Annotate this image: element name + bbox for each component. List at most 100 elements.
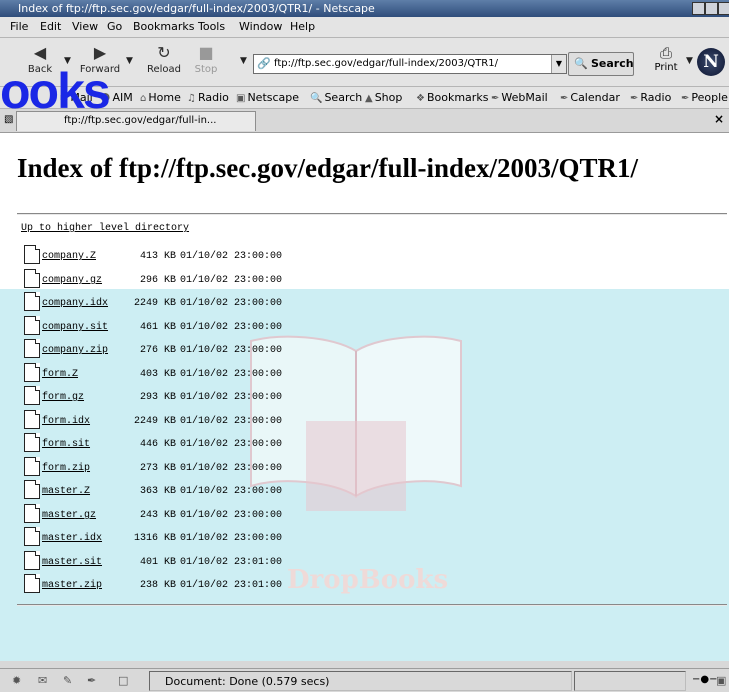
file-icon[interactable]: [24, 339, 40, 358]
file-date: 01/10/02 23:01:00: [180, 580, 283, 591]
file-date: 01/10/02 23:00:00: [180, 533, 283, 544]
security-lock-icon[interactable]: ▣: [716, 674, 726, 687]
file-icon[interactable]: [24, 363, 40, 382]
file-link[interactable]: company.idx: [42, 298, 108, 309]
file-date: 01/10/02 23:00:00: [180, 416, 283, 427]
file-link[interactable]: company.sit: [42, 322, 108, 333]
home-icon: ⌂: [140, 93, 147, 104]
print-dropdown-icon[interactable]: ▼: [686, 56, 693, 66]
file-link[interactable]: form.idx: [42, 416, 90, 427]
file-link[interactable]: master.idx: [42, 533, 102, 544]
file-icon[interactable]: [24, 480, 40, 499]
menu-go[interactable]: Go: [107, 20, 122, 33]
file-icon[interactable]: [24, 504, 40, 523]
menu-help[interactable]: Help: [290, 20, 315, 33]
bookmark-search[interactable]: 🔍 Search: [310, 91, 362, 104]
menu-tools[interactable]: Tools: [198, 20, 225, 33]
bookmark-webmail[interactable]: ✒ WebMail: [491, 91, 548, 104]
forward-dropdown-icon[interactable]: ▼: [126, 56, 133, 66]
watermark-text: DropBooks: [287, 565, 449, 595]
file-link[interactable]: form.sit: [42, 439, 90, 450]
file-link[interactable]: master.Z: [42, 486, 90, 497]
search-button[interactable]: 🔍 Search: [568, 52, 634, 76]
file-icon[interactable]: [24, 551, 40, 570]
stop-icon: ■: [198, 43, 214, 62]
status-text-panel: Document: Done (0.579 secs): [149, 671, 572, 691]
url-dropdown-icon[interactable]: ▼: [551, 55, 566, 73]
menu-file[interactable]: File: [10, 20, 28, 33]
maximize-icon[interactable]: [705, 2, 718, 15]
bookmark-home[interactable]: ⌂ Home: [140, 91, 181, 104]
file-link[interactable]: master.sit: [42, 557, 102, 568]
back-arrow-icon: ◀: [33, 43, 47, 62]
minimize-icon[interactable]: [692, 2, 705, 15]
file-icon[interactable]: [24, 433, 40, 452]
menu-view[interactable]: View: [72, 20, 98, 33]
file-link[interactable]: form.zip: [42, 463, 90, 474]
file-icon[interactable]: [24, 457, 40, 476]
file-size: 401 KB: [139, 557, 176, 568]
bookmark-radio[interactable]: ♫ Radio: [187, 91, 229, 104]
mail-status-icon[interactable]: ✉: [38, 674, 47, 687]
stop-label: Stop: [194, 64, 218, 75]
reload-button[interactable]: ↻ Reload: [142, 42, 186, 82]
menu-window[interactable]: Window: [239, 20, 282, 33]
file-icon[interactable]: [24, 245, 40, 264]
file-date: 01/10/02 23:00:00: [180, 486, 283, 497]
close-icon[interactable]: [718, 2, 729, 15]
netscape-logo[interactable]: N: [697, 48, 725, 76]
print-button[interactable]: ⎙ Print: [648, 44, 684, 84]
file-link[interactable]: company.gz: [42, 275, 102, 286]
bookmark-people[interactable]: ✒ People: [681, 91, 728, 104]
file-date: 01/10/02 23:00:00: [180, 463, 283, 474]
address-book-icon[interactable]: ✒: [87, 674, 96, 687]
top-divider: [17, 213, 727, 215]
bookmark-calendar[interactable]: ✒ Calendar: [560, 91, 620, 104]
file-link[interactable]: master.gz: [42, 510, 96, 521]
shop-icon: ▲: [365, 93, 373, 104]
file-icon[interactable]: [24, 527, 40, 546]
url-history-dropdown-icon[interactable]: ▼: [240, 56, 247, 66]
print-label: Print: [654, 62, 678, 73]
bookmark-radio-2[interactable]: ✒ Radio: [630, 91, 671, 104]
bookmark-shop[interactable]: ▲ Shop: [365, 91, 402, 104]
file-link[interactable]: form.Z: [42, 369, 78, 380]
file-icon[interactable]: [24, 410, 40, 429]
forward-arrow-icon: ▶: [93, 43, 107, 62]
search-icon: 🔍: [574, 57, 588, 70]
url-input[interactable]: ftp://ftp.sec.gov/edgar/full-index/2003/…: [274, 58, 498, 69]
watermark-book-icon: [250, 335, 462, 511]
url-bar[interactable]: 🔗 ftp://ftp.sec.gov/edgar/full-index/200…: [253, 54, 567, 74]
file-link[interactable]: form.gz: [42, 392, 84, 403]
bookmarks-icon: ❖: [416, 93, 425, 104]
bookmark-bookmarks[interactable]: ❖ Bookmarks: [416, 91, 488, 104]
navigator-icon[interactable]: ✹: [12, 674, 21, 687]
progress-panel: [574, 671, 686, 691]
tab-bar: ▧ ftp://ftp.sec.gov/edgar/full-in... ×: [0, 109, 729, 133]
chat-icon[interactable]: □: [118, 674, 128, 687]
bookmark-netscape[interactable]: ▣ Netscape: [236, 91, 299, 104]
file-link[interactable]: company.Z: [42, 251, 96, 262]
file-icon[interactable]: [24, 386, 40, 405]
file-icon[interactable]: [24, 316, 40, 335]
close-tab-icon[interactable]: ×: [714, 112, 724, 126]
browser-window: Index of ftp://ftp.sec.gov/edgar/full-in…: [0, 0, 729, 692]
people-icon: ✒: [681, 93, 690, 104]
menu-bookmarks[interactable]: Bookmarks: [133, 20, 194, 33]
online-status-icon[interactable]: −●−: [692, 674, 717, 685]
composer-icon[interactable]: ✎: [63, 674, 72, 687]
search-label: Search: [591, 57, 634, 70]
file-link[interactable]: master.zip: [42, 580, 102, 591]
file-link[interactable]: company.zip: [42, 345, 108, 356]
file-size: 243 KB: [139, 510, 176, 521]
webmail-icon: ✒: [491, 93, 500, 104]
status-text: Document: Done (0.579 secs): [165, 675, 330, 688]
stop-button[interactable]: ■ Stop: [184, 42, 228, 82]
menu-edit[interactable]: Edit: [40, 20, 61, 33]
file-size: 293 KB: [139, 392, 176, 403]
up-directory-link[interactable]: Up to higher level directory: [21, 223, 189, 234]
file-icon[interactable]: [24, 292, 40, 311]
file-size: 2249 KB: [133, 416, 176, 427]
file-icon[interactable]: [24, 269, 40, 288]
file-icon[interactable]: [24, 574, 40, 593]
